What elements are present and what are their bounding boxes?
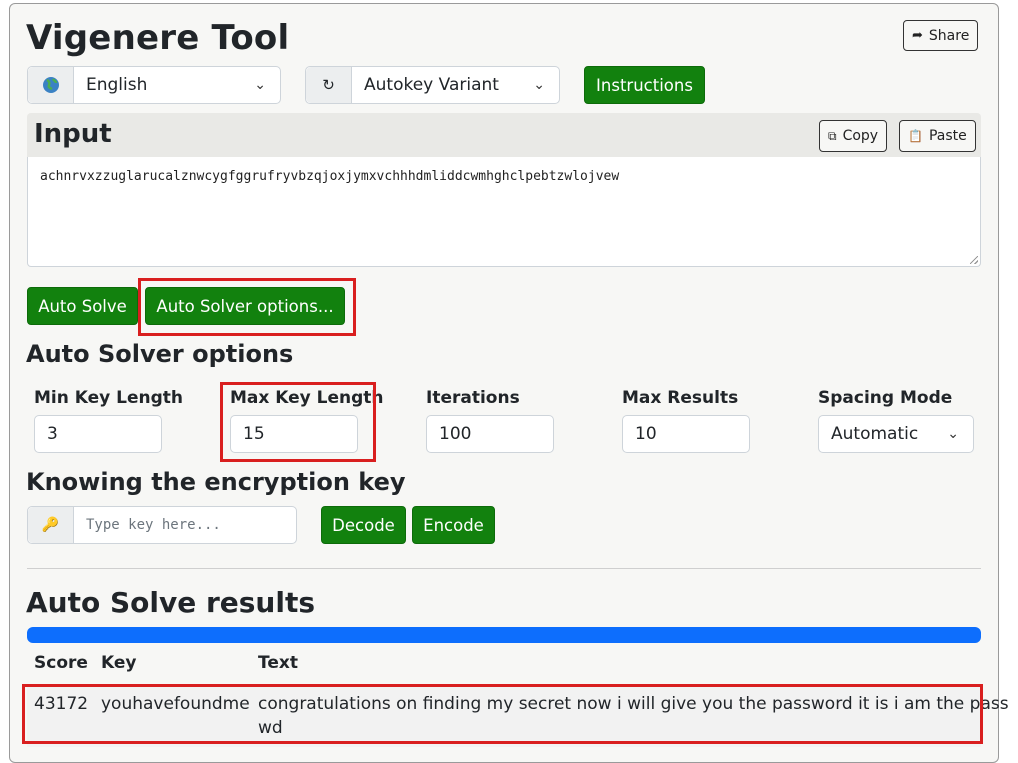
ciphertext-input[interactable]: achnrvxzzuglarucalznwcygfggrufryvbzqjoxj… [27, 157, 981, 267]
paste-label: Paste [928, 128, 967, 144]
globe-icon [28, 67, 74, 103]
min-key-length-label: Min Key Length [34, 388, 184, 408]
copy-button[interactable]: ⧉ Copy [819, 120, 888, 152]
iterations-input[interactable]: 100 [426, 415, 554, 453]
instructions-button[interactable]: Instructions [584, 66, 705, 104]
iterations-label: Iterations [426, 388, 520, 408]
spacing-mode-select[interactable]: Automatic ⌄ [818, 415, 974, 453]
highlight-box [22, 684, 983, 744]
paste-icon: 📋 [908, 129, 923, 143]
column-header-text: Text [258, 653, 298, 673]
auto-solve-button[interactable]: Auto Solve [27, 287, 138, 325]
highlight-box [138, 278, 356, 336]
chevron-down-icon: ⌄ [254, 77, 266, 93]
decode-button[interactable]: Decode [321, 506, 406, 544]
known-key-heading: Knowing the encryption key [26, 468, 406, 496]
max-results-label: Max Results [622, 388, 739, 408]
chevron-down-icon: ⌄ [533, 77, 545, 93]
chevron-down-icon: ⌄ [947, 426, 959, 442]
ciphertext-value: achnrvxzzuglarucalznwcygfggrufryvbzqjoxj… [40, 169, 620, 184]
divider [27, 568, 981, 569]
key-field[interactable]: 🔑 Type key here... [27, 506, 297, 544]
encode-button[interactable]: Encode [412, 506, 495, 544]
spacing-mode-value: Automatic [831, 424, 919, 444]
max-results-input[interactable]: 10 [622, 415, 750, 453]
copy-label: Copy [842, 128, 879, 144]
results-heading: Auto Solve results [26, 586, 316, 619]
share-label: Share [928, 27, 970, 44]
column-header-key: Key [101, 653, 137, 673]
page-title: Vigenere Tool [26, 18, 290, 58]
share-arrow-icon: ➦ [912, 28, 923, 43]
language-value: English [86, 75, 148, 95]
highlight-box [220, 382, 376, 462]
results-table-header [27, 645, 981, 685]
resize-handle[interactable] [970, 256, 978, 264]
share-button[interactable]: ➦ Share [903, 20, 979, 51]
min-key-length-input[interactable]: 3 [34, 415, 162, 453]
column-header-score: Score [34, 653, 88, 673]
language-select[interactable]: English ⌄ [27, 66, 281, 104]
key-input[interactable]: Type key here... [74, 507, 296, 543]
variant-value: Autokey Variant [364, 75, 499, 95]
variant-select[interactable]: ↻ Autokey Variant ⌄ [305, 66, 560, 104]
input-heading: Input [34, 119, 112, 149]
results-progress-bar [27, 627, 981, 643]
key-icon: 🔑 [28, 507, 74, 543]
cycle-arrow-icon: ↻ [306, 67, 352, 103]
auto-solver-options-heading: Auto Solver options [26, 340, 294, 368]
spacing-mode-label: Spacing Mode [818, 388, 953, 408]
paste-button[interactable]: 📋 Paste [899, 120, 976, 152]
copy-icon: ⧉ [828, 128, 837, 143]
